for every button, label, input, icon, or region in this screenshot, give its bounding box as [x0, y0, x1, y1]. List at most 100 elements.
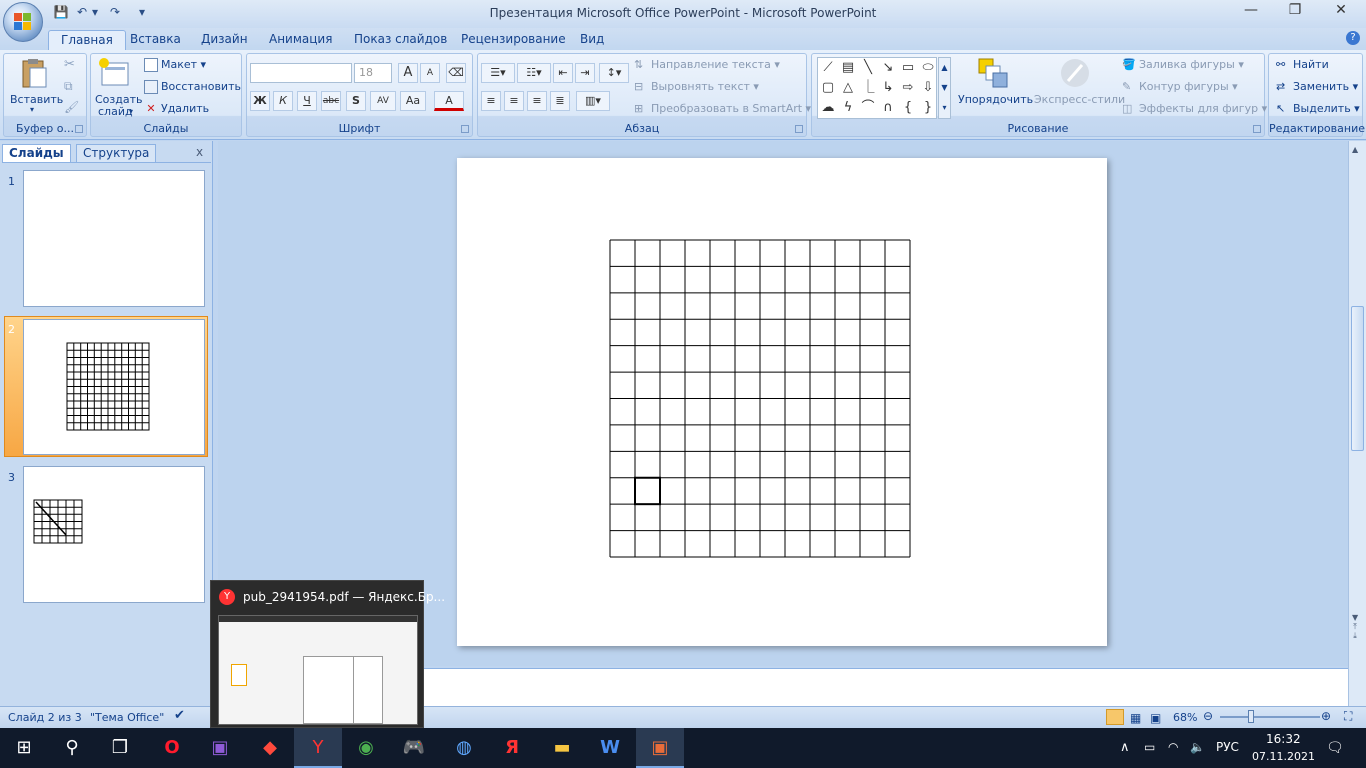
arrange-button[interactable]: Упорядочить [958, 93, 1033, 106]
globe-icon[interactable]: ◍ [440, 728, 488, 768]
zoom-out-icon[interactable]: ⊖ [1203, 709, 1213, 723]
selected-grid-cell[interactable] [634, 476, 661, 506]
slideshow-view-icon[interactable]: ▣ [1150, 711, 1161, 725]
align-center-icon[interactable]: ≡ [504, 91, 524, 111]
shape-brace-close-icon[interactable]: } [919, 99, 937, 117]
new-slide-icon[interactable] [98, 57, 130, 87]
text-direction-button[interactable]: ⇅ Направление текста ▾ [634, 58, 780, 72]
word-icon[interactable]: W [586, 728, 634, 768]
floppy-app-icon[interactable]: ▣ [196, 728, 244, 768]
tab-review[interactable]: Рецензирование [449, 30, 578, 50]
shape-textbox-icon[interactable]: ▤ [839, 59, 857, 77]
font-name-combo[interactable] [250, 63, 352, 83]
replace-button[interactable]: ⇄ Заменить ▾ [1276, 80, 1358, 94]
shape-arc-icon[interactable]: ∩ [879, 99, 897, 117]
search-icon[interactable]: ⚲ [48, 728, 96, 768]
cut-icon[interactable]: ✂ [64, 57, 75, 72]
tab-slides[interactable]: Слайды [2, 144, 71, 162]
yandex-browser-icon[interactable]: Y [294, 728, 342, 768]
paste-dropdown-icon[interactable]: ▾ [30, 105, 34, 114]
copy-icon[interactable]: ⧉ [64, 79, 73, 94]
new-slide-dropdown-icon[interactable]: ▾ [129, 107, 133, 116]
select-button[interactable]: ↖ Выделить ▾ [1276, 102, 1360, 116]
tab-outline[interactable]: Структура [76, 144, 157, 162]
grid-table[interactable] [457, 158, 1107, 646]
shape-rect-icon[interactable]: ▭ [899, 59, 917, 77]
shape-effects-button[interactable]: ◫ Эффекты для фигур ▾ [1122, 102, 1267, 116]
notifications-icon[interactable]: 🗨 [1326, 740, 1344, 756]
shape-curve-icon[interactable]: ⌒ [859, 99, 877, 117]
tab-home[interactable]: Главная [48, 30, 126, 50]
task-view-icon[interactable]: ❐ [96, 728, 144, 768]
bold-button[interactable]: Ж [250, 91, 270, 111]
shape-brace-open-icon[interactable]: { [899, 99, 917, 117]
paste-icon[interactable] [20, 57, 48, 89]
new-slide-label-2[interactable]: слайд [98, 105, 133, 118]
italic-button[interactable]: К [273, 91, 293, 111]
shrink-font-button[interactable]: A [420, 63, 440, 83]
scroll-nav-icons[interactable]: ▼ ⤒ ⤓ [1352, 613, 1358, 640]
tab-design[interactable]: Дизайн [189, 30, 260, 50]
shape-triangle-icon[interactable]: △ [839, 79, 857, 97]
align-right-icon[interactable]: ≡ [527, 91, 547, 111]
reset-button[interactable]: Восстановить [144, 80, 241, 94]
layout-button[interactable]: Макет ▾ [144, 58, 206, 72]
clock-time[interactable]: 16:32 [1266, 732, 1301, 746]
file-explorer-icon[interactable]: ▬ [538, 728, 586, 768]
tray-chevron-icon[interactable]: ∧ [1120, 740, 1130, 755]
volume-icon[interactable]: 🔈 [1190, 740, 1205, 754]
clock-date[interactable]: 07.11.2021 [1252, 750, 1315, 763]
zoom-slider[interactable] [1220, 716, 1320, 718]
opera-icon[interactable]: O [148, 728, 196, 768]
shadow-button[interactable]: S [346, 91, 366, 111]
shape-line-icon[interactable]: ⟋ [819, 59, 837, 77]
taskbar-preview-popup[interactable]: Y pub_2941954.pdf — Яндекс.Бр... [210, 580, 445, 728]
clear-format-icon[interactable]: ⌫ [446, 63, 466, 83]
anydesk-icon[interactable]: ◆ [246, 728, 294, 768]
spellcheck-icon[interactable]: ✔ [174, 708, 185, 723]
shape-arrow-line-icon[interactable]: ↘ [879, 59, 897, 77]
shapes-gallery-scroll-icon[interactable]: ▲ ▼ ▾ [938, 57, 951, 119]
font-size-combo[interactable]: 18 [354, 63, 392, 83]
tab-slideshow[interactable]: Показ слайдов [342, 30, 459, 50]
shape-cloud-icon[interactable]: ☁ [819, 99, 837, 117]
delete-slide-button[interactable]: ✕ Удалить [144, 102, 209, 116]
bullets-icon[interactable]: ☰▾ [481, 63, 515, 83]
chrome-icon[interactable]: ◉ [342, 728, 390, 768]
font-color-button[interactable]: A [434, 91, 464, 111]
arrange-icon[interactable] [977, 57, 1009, 89]
increase-indent-icon[interactable]: ⇥ [575, 63, 595, 83]
change-case-button[interactable]: Aa [400, 91, 426, 111]
shape-lightning-icon[interactable]: ϟ [839, 99, 857, 117]
zoom-level[interactable]: 68% [1173, 711, 1197, 724]
numbering-icon[interactable]: ☷▾ [517, 63, 551, 83]
restore-button[interactable]: ❐ [1272, 2, 1318, 24]
underline-button[interactable]: Ч [297, 91, 317, 111]
zoom-slider-thumb[interactable] [1248, 710, 1254, 723]
scroll-thumb[interactable] [1351, 306, 1364, 451]
line-spacing-icon[interactable]: ↕▾ [599, 63, 629, 83]
quick-styles-button[interactable]: Экспресс-стили [1034, 93, 1125, 106]
slide-thumbnail-1[interactable] [23, 170, 205, 307]
tab-insert[interactable]: Вставка [118, 30, 193, 50]
vertical-scrollbar[interactable]: ▲ ▼ ⤒ ⤓ [1348, 141, 1366, 706]
zoom-in-icon[interactable]: ⊕ [1321, 709, 1331, 723]
slide-thumbnail-3[interactable] [23, 466, 205, 603]
shape-oval-icon[interactable]: ⬭ [919, 59, 937, 77]
powerpoint-icon[interactable]: ▣ [636, 728, 684, 768]
normal-view-icon[interactable] [1106, 709, 1124, 725]
wifi-icon[interactable]: ◠ [1168, 740, 1178, 754]
drawing-launcher-icon[interactable] [1253, 125, 1261, 133]
shape-diag-icon[interactable]: ╲ [859, 59, 877, 77]
shape-rounded-rect-icon[interactable]: ▢ [819, 79, 837, 97]
minimize-button[interactable]: — [1228, 2, 1274, 24]
shape-fill-button[interactable]: 🪣 Заливка фигуры ▾ [1122, 58, 1244, 72]
panel-close-icon[interactable]: x [196, 145, 203, 159]
paragraph-launcher-icon[interactable] [795, 125, 803, 133]
clipboard-launcher-icon[interactable] [75, 125, 83, 133]
shapes-gallery[interactable]: ⟋ ▤ ╲ ↘ ▭ ⬭ ▢ △ ⎿ ↳ ⇨ ⇩ ☁ ϟ ⌒ ∩ { } [817, 57, 937, 119]
decrease-indent-icon[interactable]: ⇤ [553, 63, 573, 83]
find-button[interactable]: ⚯ Найти [1276, 58, 1329, 72]
close-button[interactable]: ✕ [1318, 2, 1364, 24]
battery-icon[interactable]: ▭ [1144, 740, 1155, 754]
